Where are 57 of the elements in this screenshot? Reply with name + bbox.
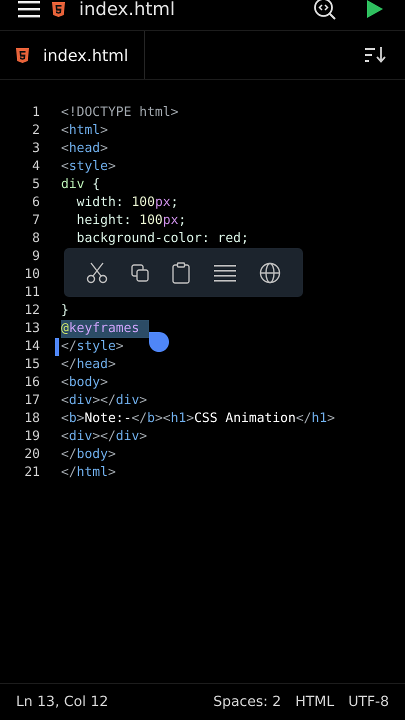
line-number: 18	[23, 410, 40, 428]
line-number: 21	[23, 464, 40, 482]
line-number: 17	[23, 392, 40, 410]
line-number: 6	[31, 194, 40, 212]
cursor-position[interactable]: Ln 13, Col 12	[16, 694, 108, 710]
code-line: height: 100px;	[76, 212, 186, 230]
paste-icon[interactable]	[172, 262, 190, 284]
line-number: 12	[23, 302, 40, 320]
line-number: 5	[31, 176, 40, 194]
selection-handle[interactable]	[149, 332, 169, 352]
sort-icon[interactable]	[365, 47, 387, 63]
line-number: 15	[23, 356, 40, 374]
cursor-handle[interactable]	[55, 338, 59, 356]
code-line: </body>	[61, 446, 116, 464]
line-number: 14	[23, 338, 40, 356]
run-icon[interactable]	[367, 0, 383, 18]
code-line: <!DOCTYPE html>	[61, 104, 178, 122]
language-mode[interactable]: HTML	[295, 694, 334, 710]
code-line: <b>Note:-</b><h1>CSS Animation</h1>	[61, 410, 335, 428]
code-line: <div></div>	[61, 392, 148, 410]
line-number: 20	[23, 446, 40, 464]
line-number: 13	[23, 320, 40, 338]
line-number: 19	[23, 428, 40, 446]
code-line: </head>	[61, 356, 116, 374]
code-line: <div></div>	[61, 428, 148, 446]
code-line: }	[61, 302, 69, 320]
line-number: 3	[31, 140, 40, 158]
line-number: 1	[31, 104, 40, 122]
line-number: 8	[31, 230, 40, 248]
file-encoding[interactable]: UTF-8	[348, 694, 389, 710]
app-title: index.html	[79, 0, 175, 20]
code-line: background-color: red;	[76, 230, 249, 248]
line-number: 4	[31, 158, 40, 176]
line-number: 9	[31, 248, 40, 266]
line-number: 7	[31, 212, 40, 230]
file-tab[interactable]: index.html	[0, 31, 146, 79]
code-line: <html>	[61, 122, 108, 140]
select-all-icon[interactable]	[214, 264, 236, 282]
code-line: </html>	[61, 464, 116, 482]
indent-setting[interactable]: Spaces: 2	[213, 694, 282, 710]
code-search-icon[interactable]	[313, 0, 337, 21]
globe-icon[interactable]	[259, 262, 282, 284]
line-number: 10	[23, 266, 40, 284]
html5-icon	[16, 48, 29, 62]
copy-icon[interactable]	[131, 264, 150, 282]
html5-icon	[52, 2, 65, 16]
line-number: 16	[23, 374, 40, 392]
code-line: <body>	[61, 374, 108, 392]
code-line: </style>	[61, 338, 124, 356]
line-number: 2	[31, 122, 40, 140]
code-line: width: 100px;	[76, 194, 178, 212]
code-line: <style>	[61, 158, 116, 176]
code-line: div {	[61, 176, 100, 194]
code-line: <head>	[61, 140, 108, 158]
menu-icon[interactable]	[18, 0, 40, 18]
line-number: 11	[23, 284, 40, 302]
cut-icon[interactable]	[86, 262, 108, 284]
